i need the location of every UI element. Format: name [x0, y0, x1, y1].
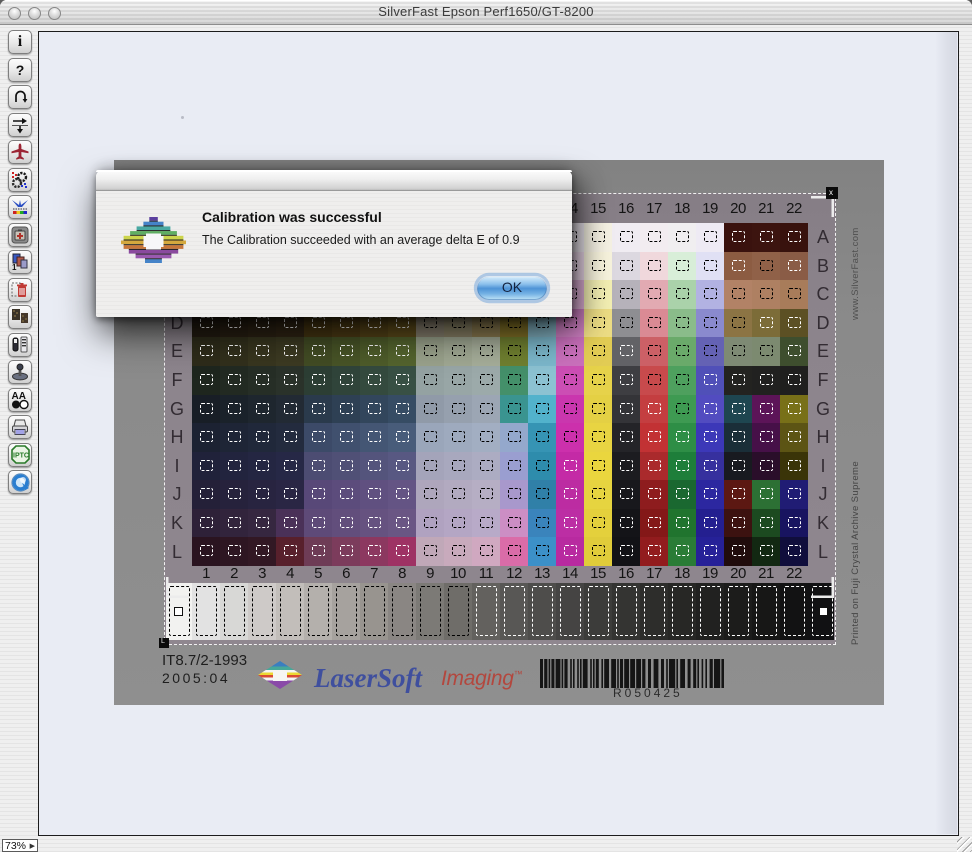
svg-text:IPTC: IPTC — [13, 453, 29, 460]
svg-text:1: 1 — [12, 263, 17, 272]
